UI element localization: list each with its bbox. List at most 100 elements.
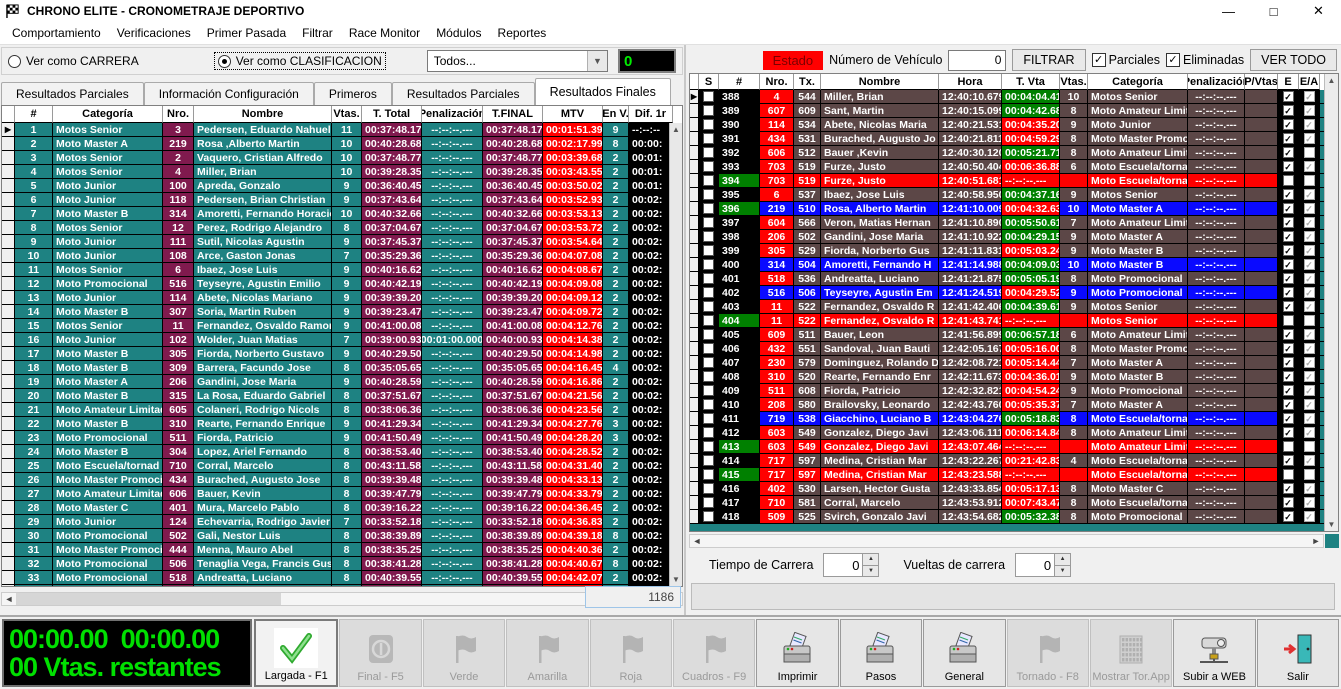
cell-ea[interactable]: ✓ [1299,258,1320,272]
table-row[interactable]: 40311522Fernandez, Osvaldo R12:41:42.406… [690,300,1338,314]
passings-vertical-scrollbar[interactable]: ▲▼ [1324,74,1338,531]
cell-e[interactable]: ✓ [1278,132,1299,146]
toolbar-button-salir[interactable]: Salir [1257,619,1339,687]
table-row[interactable]: 396219510Rosa, Alberto Martin12:41:10.00… [690,202,1338,216]
table-row[interactable]: 412603549Gonzalez, Diego Javi12:43:06.11… [690,426,1338,440]
select-checkbox[interactable] [703,287,714,298]
vueltas-carrera-spinner[interactable]: 0 ▲▼ [1015,553,1071,577]
e-checkbox[interactable]: ✓ [1283,147,1294,158]
e-checkbox[interactable]: ✓ [1283,273,1294,284]
select-checkbox[interactable] [703,385,714,396]
cell-select[interactable] [699,468,719,482]
cell-ea[interactable]: ✓ [1299,272,1320,286]
menu-item-2[interactable]: Primer Pasada [199,23,294,43]
toolbar-button-subir-a-web[interactable]: Subir a WEB [1173,619,1255,687]
cell-e[interactable] [1278,174,1299,188]
spin-down-icon[interactable]: ▼ [1055,566,1070,577]
menu-item-0[interactable]: Comportamiento [4,23,109,43]
cell-e[interactable] [1278,468,1299,482]
passings-horizontal-scrollbar[interactable]: ◄ ► [689,534,1324,548]
cell-ea[interactable]: ✓ [1299,384,1320,398]
ea-checkbox[interactable]: ✓ [1304,287,1315,298]
cell-ea[interactable]: ✓ [1299,230,1320,244]
e-checkbox[interactable]: ✓ [1283,119,1294,130]
cell-e[interactable]: ✓ [1278,342,1299,356]
ea-checkbox[interactable]: ✓ [1304,105,1315,116]
ea-checkbox[interactable]: ✓ [1304,329,1315,340]
cell-select[interactable] [699,370,719,384]
table-row[interactable]: 23Moto Promocional511Fiorda, Patricio900… [2,431,682,445]
ea-checkbox[interactable]: ✓ [1304,483,1315,494]
table-row[interactable]: 25Moto Escuela/tornad710Corral, Marcelo8… [2,459,682,473]
table-row[interactable]: 31Moto Master Promocio444Menna, Mauro Ab… [2,543,682,557]
cell-select[interactable] [699,132,719,146]
select-checkbox[interactable] [703,483,714,494]
table-row[interactable]: 409511608Fiorda, Patricio12:42:32.82100:… [690,384,1338,398]
tab-1[interactable]: Información Configuración [144,82,314,105]
cell-ea[interactable]: ✓ [1299,370,1320,384]
e-checkbox[interactable]: ✓ [1283,245,1294,256]
table-row[interactable]: 398206502Gandini, Jose Maria12:41:10.922… [690,230,1338,244]
table-row[interactable]: 406432551Sandoval, Juan Bauti12:42:05.16… [690,342,1338,356]
table-row[interactable]: 407230579Dominguez, Rolando D12:42:08.72… [690,356,1338,370]
cell-e[interactable]: ✓ [1278,118,1299,132]
cell-select[interactable] [699,118,719,132]
table-row[interactable]: 16Moto Junior102Wolder, Juan Matias700:3… [2,333,682,347]
cell-select[interactable] [699,384,719,398]
cell-select[interactable] [699,188,719,202]
table-row[interactable]: 392606512Bauer ,Kevin12:40:30.12000:05:2… [690,146,1338,160]
cell-e[interactable]: ✓ [1278,426,1299,440]
select-checkbox[interactable] [703,119,714,130]
table-row[interactable]: 28Moto Master C401Mura, Marcelo Pablo800… [2,501,682,515]
cell-ea[interactable] [1299,314,1320,328]
select-checkbox[interactable] [703,301,714,312]
spin-up-icon[interactable]: ▲ [1055,554,1070,566]
e-checkbox[interactable] [1283,441,1294,452]
cell-select[interactable] [699,216,719,230]
ea-checkbox[interactable]: ✓ [1304,301,1315,312]
e-checkbox[interactable] [1283,175,1294,186]
select-checkbox[interactable] [703,105,714,116]
table-row[interactable]: 17Moto Master B305Fiorda, Norberto Gusta… [2,347,682,361]
vehiculo-input[interactable]: 0 [948,50,1006,71]
table-row[interactable]: 394703519Furze, Justo12:40:51.681--:--:-… [690,174,1338,188]
tiempo-carrera-spinner[interactable]: 0 ▲▼ [823,553,879,577]
table-row[interactable]: 10Moto Junior108Arce, Gaston Jonas700:35… [2,249,682,263]
cell-ea[interactable]: ✓ [1299,356,1320,370]
cell-ea[interactable]: ✓ [1299,426,1320,440]
e-checkbox[interactable]: ✓ [1283,301,1294,312]
select-checkbox[interactable] [703,189,714,200]
results-vertical-scrollbar[interactable]: ▲▼ [669,123,682,586]
table-row[interactable]: 8Motos Senior12Perez, Rodrigo Alejandro8… [2,221,682,235]
select-checkbox[interactable] [703,133,714,144]
e-checkbox[interactable]: ✓ [1283,511,1294,522]
cell-e[interactable]: ✓ [1278,104,1299,118]
ea-checkbox[interactable] [1304,147,1315,158]
cell-e[interactable]: ✓ [1278,370,1299,384]
cell-select[interactable] [699,300,719,314]
cell-e[interactable]: ✓ [1278,230,1299,244]
e-checkbox[interactable]: ✓ [1283,343,1294,354]
select-checkbox[interactable] [703,315,714,326]
table-row[interactable]: 391434531Burached, Augusto Jo12:40:21.81… [690,132,1338,146]
tab-0[interactable]: Resultados Parciales [1,82,144,105]
table-row[interactable]: 389607609Sant, Martin12:40:15.09900:04:4… [690,104,1338,118]
ea-checkbox[interactable]: ✓ [1304,343,1315,354]
cell-select[interactable] [699,356,719,370]
cell-e[interactable]: ✓ [1278,398,1299,412]
maximize-button[interactable]: □ [1251,0,1296,22]
tab-3[interactable]: Resultados Parciales [392,82,535,105]
spin-up-icon[interactable]: ▲ [863,554,878,566]
toolbar-button-pasos[interactable]: Pasos [840,619,922,687]
e-checkbox[interactable]: ✓ [1283,413,1294,424]
select-checkbox[interactable] [703,329,714,340]
table-row[interactable]: 400314504Amoretti, Fernando H12:41:14.98… [690,258,1338,272]
table-row[interactable]: 410208580Brailovsky, Leonardo12:42:43.76… [690,398,1338,412]
e-checkbox[interactable] [1283,315,1294,326]
table-row[interactable]: 418509525Svirch, Gonzalo Javi12:43:54.68… [690,510,1338,524]
category-dropdown[interactable]: Todos... ▼ [427,50,608,72]
table-row[interactable]: 405609511Bauer, Leon12:41:56.89900:06:57… [690,328,1338,342]
table-row[interactable]: 24Moto Master B304Lopez, Ariel Fernando8… [2,445,682,459]
cell-e[interactable]: ✓ [1278,272,1299,286]
table-row[interactable]: 9Moto Junior111Sutil, Nicolas Agustin900… [2,235,682,249]
